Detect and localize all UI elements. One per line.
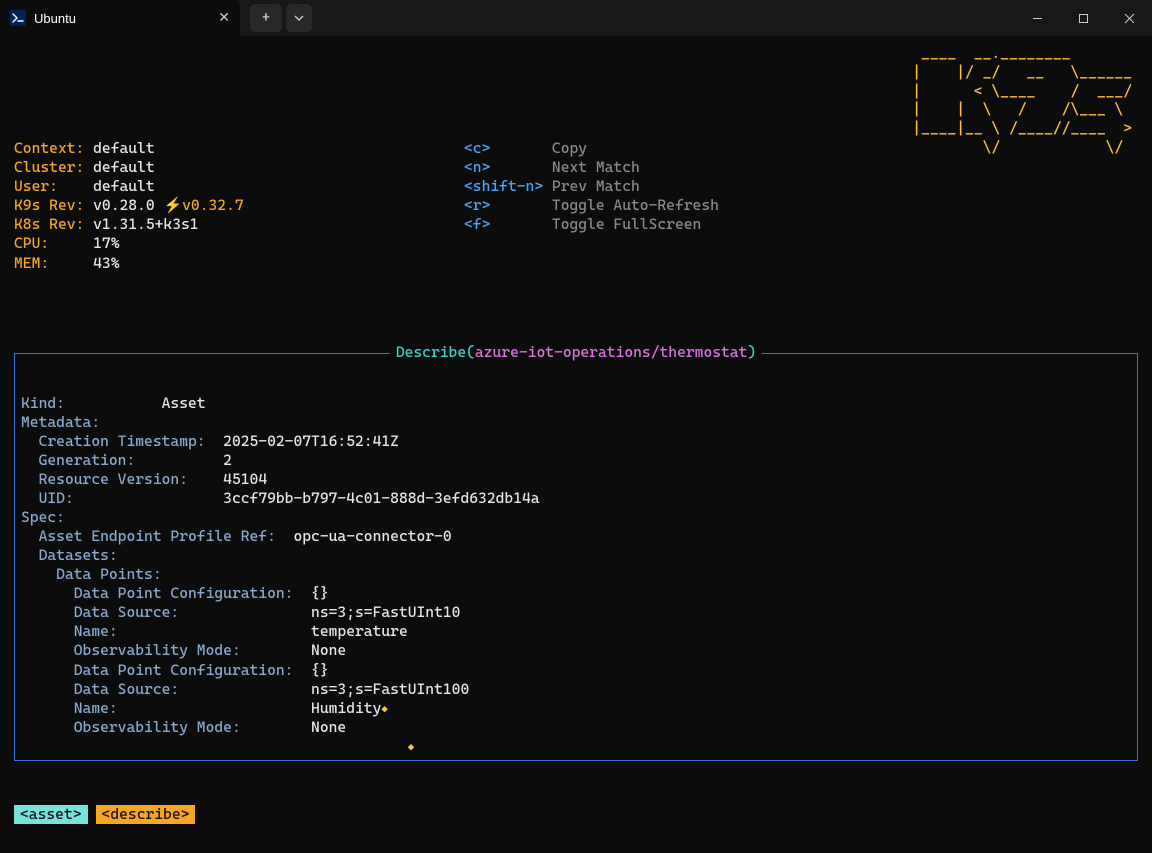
kind-label: Kind: [21, 394, 65, 412]
shortcut-desc: Toggle Auto-Refresh [552, 196, 719, 214]
metadata-label: Metadata: [21, 413, 100, 431]
k9s-logo-ascii: ____ __.________ | |/ _/ __ \______ | < … [912, 44, 1132, 157]
generation-value: 2 [223, 451, 232, 469]
shortcut-desc: Copy [552, 139, 587, 157]
mem-label: MEM: [14, 254, 49, 272]
dp-src-value: ns=3;s=FastUInt100 [311, 680, 469, 698]
uid-value: 3ccf79bb-b797-4c01-888d-3efd632db14a [223, 489, 539, 507]
shortcuts-list: <c> Copy <n> Next Match <shift-n> Prev M… [464, 120, 719, 291]
dp-obs-label: Observability Mode: [74, 641, 241, 659]
k9srev-label: K9s Rev: [14, 196, 84, 214]
dp-cfg-value: {} [311, 661, 329, 679]
terminal-viewport: ____ __.________ | |/ _/ __ \______ | < … [0, 36, 1152, 853]
aep-value: opc-ua-connector-0 [293, 527, 451, 545]
breadcrumb-describe[interactable]: <describe> [96, 805, 196, 824]
shortcut-key: <c> [464, 139, 490, 157]
dp-obs-label: Observability Mode: [74, 718, 241, 736]
datapoints-label: Data Points: [56, 565, 161, 583]
describe-panel: Describe(azure-iot-operations/thermostat… [14, 353, 1138, 761]
breadcrumb-asset[interactable]: <asset> [14, 805, 88, 824]
dp-obs-value: None [311, 718, 346, 736]
context-value: default [93, 139, 155, 157]
creation-label: Creation Timestamp: [39, 432, 206, 450]
creation-value: 2025-02-07T16:52:41Z [223, 432, 399, 450]
dp-obs-value: None [311, 641, 346, 659]
tab-title: Ubuntu [34, 11, 76, 26]
maximize-button[interactable] [1060, 0, 1106, 36]
generation-label: Generation: [39, 451, 136, 469]
resver-value: 45104 [223, 470, 267, 488]
cpu-value: 17% [93, 234, 119, 252]
breadcrumb: <asset> <describe> [14, 805, 1138, 824]
tab-dropdown-button[interactable] [286, 4, 312, 32]
dp-name-label: Name: [74, 622, 118, 640]
k8srev-label: K8s Rev: [14, 215, 84, 233]
powershell-icon [10, 10, 26, 26]
context-label: Context: [14, 139, 84, 157]
spec-label: Spec: [21, 508, 65, 526]
user-value: default [93, 177, 155, 195]
shortcut-key: <n> [464, 158, 490, 176]
shortcut-desc: Toggle FullScreen [552, 215, 701, 233]
tab-close-button[interactable]: ✕ [218, 10, 230, 26]
dp-cfg-value: {} [311, 584, 329, 602]
k9srev-update: v0.32.7 [182, 196, 244, 214]
mem-value: 43% [93, 254, 119, 272]
user-label: User: [14, 177, 58, 195]
dp-cfg-label: Data Point Configuration: [74, 661, 294, 679]
shortcut-key: <r> [464, 196, 490, 214]
shortcut-key: <f> [464, 215, 490, 233]
dp-name-value: temperature [311, 622, 408, 640]
shortcut-desc: Next Match [552, 158, 640, 176]
close-window-button[interactable] [1106, 0, 1152, 36]
scroll-indicator-icon: ◆ [381, 703, 387, 716]
cluster-label: Cluster: [14, 158, 84, 176]
dp-src-value: ns=3;s=FastUInt10 [311, 603, 460, 621]
shortcut-desc: Prev Match [552, 177, 640, 195]
terminal-tab[interactable]: Ubuntu ✕ [0, 0, 240, 36]
aep-label: Asset Endpoint Profile Ref: [39, 527, 276, 545]
scroll-indicator-icon: ◆ [408, 741, 414, 754]
new-tab-button[interactable]: + [250, 4, 282, 32]
k9srev-value: v0.28.0 [93, 196, 155, 214]
datasets-label: Datasets: [39, 546, 118, 564]
resver-label: Resource Version: [39, 470, 188, 488]
update-icon: ⚡ [163, 196, 182, 214]
dp-src-label: Data Source: [74, 603, 179, 621]
shortcut-key: <shift-n> [464, 177, 543, 195]
minimize-button[interactable] [1014, 0, 1060, 36]
describe-title: Describe(azure-iot-operations/thermostat… [390, 343, 762, 362]
uid-label: UID: [39, 489, 74, 507]
cluster-value: default [93, 158, 155, 176]
dp-cfg-label: Data Point Configuration: [74, 584, 294, 602]
window-titlebar: Ubuntu ✕ + [0, 0, 1152, 36]
dp-name-value: Humidity [311, 699, 381, 717]
kind-value: Asset [162, 394, 206, 412]
dp-name-label: Name: [74, 699, 118, 717]
k8srev-value: v1.31.5+k3s1 [93, 215, 198, 233]
dp-src-label: Data Source: [74, 680, 179, 698]
cpu-label: CPU: [14, 234, 49, 252]
